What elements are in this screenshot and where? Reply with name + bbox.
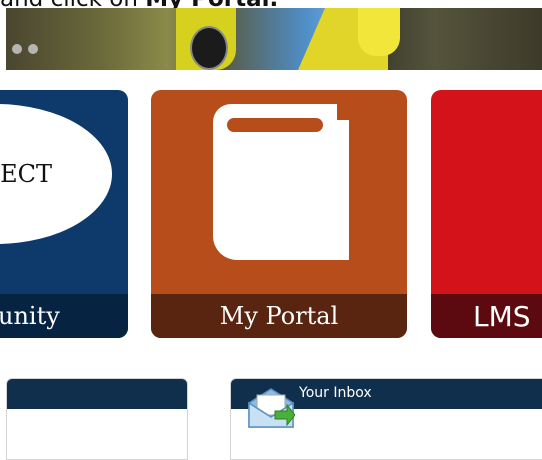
lms-tile[interactable]: LMS [431,90,542,338]
carousel-dots [12,44,38,54]
hero-banner-image [6,8,542,70]
left-panel [6,378,188,460]
inbox-panel[interactable]: Your Inbox [230,378,542,460]
my-portal-tile-label: My Portal [151,294,407,338]
community-tile[interactable]: NECT unity [0,90,128,338]
book-icon [213,104,349,260]
banner-glove [358,8,400,56]
lms-tile-label: LMS [431,294,542,338]
mail-icon [248,388,295,428]
left-panel-header [7,379,187,409]
community-logo: NECT [0,104,112,244]
banner-patch [190,26,228,70]
community-logo-text: NECT [0,160,52,188]
my-portal-tile[interactable]: My Portal [151,90,407,338]
carousel-dot[interactable] [12,44,22,54]
carousel-dot[interactable] [28,44,38,54]
community-tile-label: unity [0,294,128,338]
inbox-title: Your Inbox [299,385,372,401]
